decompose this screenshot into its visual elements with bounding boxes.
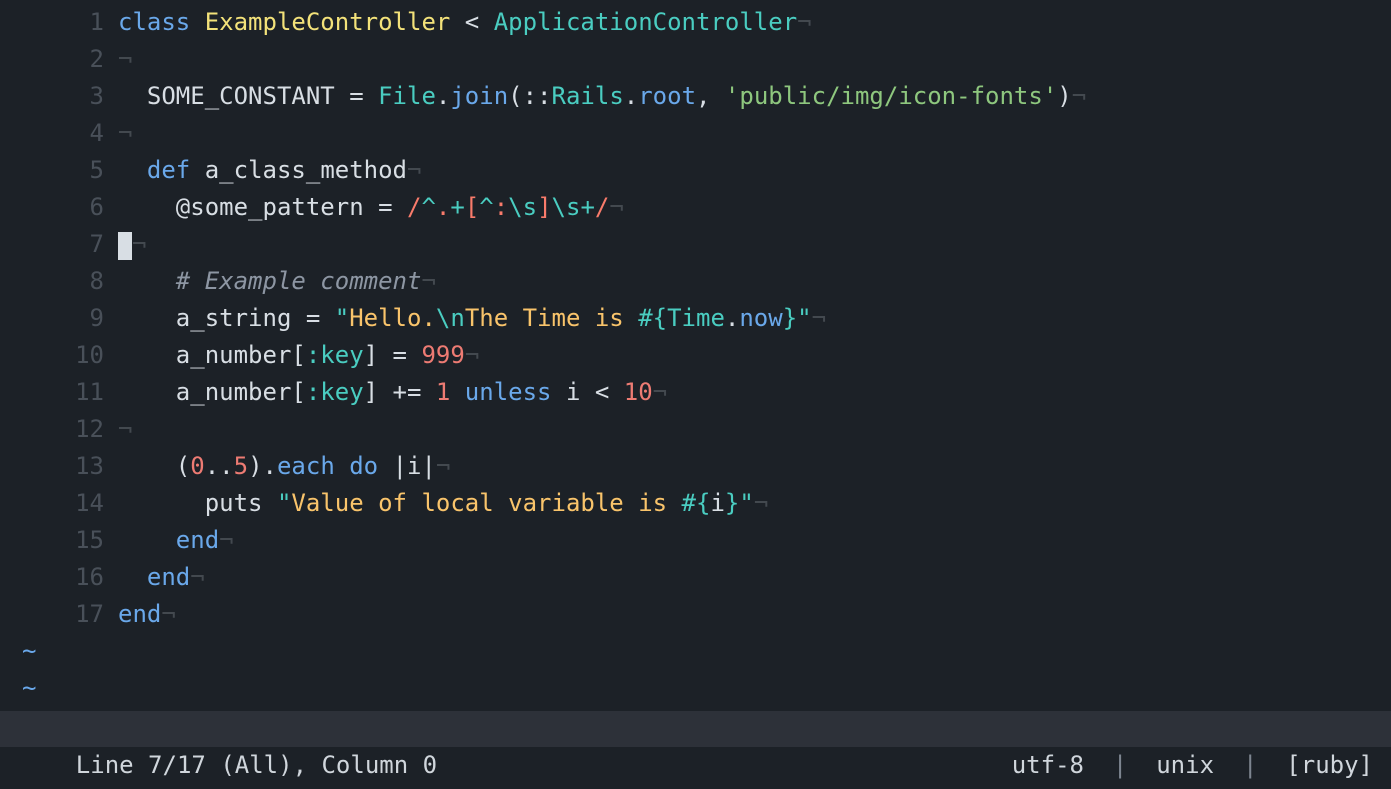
code-text[interactable]: a_number[:key] = 999¬ — [118, 337, 1391, 374]
code-editor[interactable]: 1class ExampleController < ApplicationCo… — [0, 0, 1391, 633]
line-number: 6 — [0, 189, 118, 226]
code-text[interactable]: class ExampleController < ApplicationCon… — [118, 4, 1391, 41]
code-text[interactable]: end¬ — [118, 522, 1391, 559]
line-number: 2 — [0, 41, 118, 78]
empty-line-marker: ~ — [0, 670, 1391, 707]
status-line-label: Line — [76, 751, 134, 779]
line-number: 13 — [0, 448, 118, 485]
code-line-12[interactable]: 12¬ — [0, 411, 1391, 448]
line-number: 14 — [0, 485, 118, 522]
status-total-lines: 17 — [177, 751, 206, 779]
status-right: utf-8 | unix | [ruby] — [954, 711, 1373, 747]
code-text[interactable]: @some_pattern = /^.+[^:\s]\s+/¬ — [118, 189, 1391, 226]
code-text[interactable]: puts "Value of local variable is #{i}"¬ — [118, 485, 1391, 522]
code-line-8[interactable]: 8 # Example comment¬ — [0, 263, 1391, 300]
code-text[interactable]: # Example comment¬ — [118, 263, 1391, 300]
line-number: 9 — [0, 300, 118, 337]
code-line-2[interactable]: 2¬ — [0, 41, 1391, 78]
status-col: 0 — [423, 751, 437, 779]
code-text[interactable]: end¬ — [118, 559, 1391, 596]
code-line-13[interactable]: 13 (0..5).each do |i|¬ — [0, 448, 1391, 485]
status-col-label: Column — [321, 751, 408, 779]
code-line-10[interactable]: 10 a_number[:key] = 999¬ — [0, 337, 1391, 374]
line-number: 12 — [0, 411, 118, 448]
empty-line-marker: ~ — [0, 633, 1391, 670]
status-fileformat: unix — [1156, 751, 1214, 779]
code-line-14[interactable]: 14 puts "Value of local variable is #{i}… — [0, 485, 1391, 522]
line-number: 1 — [0, 4, 118, 41]
code-line-11[interactable]: 11 a_number[:key] += 1 unless i < 10¬ — [0, 374, 1391, 411]
code-line-4[interactable]: 4¬ — [0, 115, 1391, 152]
code-text[interactable]: (0..5).each do |i|¬ — [118, 448, 1391, 485]
status-left: Line 7/17 (All), Column 0 — [18, 711, 954, 747]
code-line-3[interactable]: 3 SOME_CONSTANT = File.join(::Rails.root… — [0, 78, 1391, 115]
cursor — [118, 232, 132, 260]
line-number: 10 — [0, 337, 118, 374]
code-line-15[interactable]: 15 end¬ — [0, 522, 1391, 559]
line-number: 17 — [0, 596, 118, 633]
line-number: 15 — [0, 522, 118, 559]
code-text[interactable]: a_number[:key] += 1 unless i < 10¬ — [118, 374, 1391, 411]
status-all: (All) — [220, 751, 292, 779]
status-filetype: [ruby] — [1286, 751, 1373, 779]
line-number: 8 — [0, 263, 118, 300]
code-text[interactable]: SOME_CONSTANT = File.join(::Rails.root, … — [118, 78, 1391, 115]
status-bar: Line 7/17 (All), Column 0 utf-8 | unix |… — [0, 711, 1391, 747]
line-number: 16 — [0, 559, 118, 596]
code-line-16[interactable]: 16 end¬ — [0, 559, 1391, 596]
code-line-5[interactable]: 5 def a_class_method¬ — [0, 152, 1391, 189]
separator-icon: | — [1243, 751, 1257, 779]
code-text[interactable]: end¬ — [118, 596, 1391, 633]
line-number: 7 — [0, 226, 118, 263]
code-text[interactable]: a_string = "Hello.\nThe Time is #{Time.n… — [118, 300, 1391, 337]
code-text[interactable]: ¬ — [118, 115, 1391, 152]
empty-lines: ~~ — [0, 633, 1391, 707]
line-number: 3 — [0, 78, 118, 115]
code-line-7[interactable]: 7 ¬ — [0, 226, 1391, 263]
status-cur-line: 7 — [148, 751, 162, 779]
code-line-17[interactable]: 17end¬ — [0, 596, 1391, 633]
code-text[interactable]: def a_class_method¬ — [118, 152, 1391, 189]
line-number: 4 — [0, 115, 118, 152]
line-number: 11 — [0, 374, 118, 411]
code-line-1[interactable]: 1class ExampleController < ApplicationCo… — [0, 4, 1391, 41]
code-line-9[interactable]: 9 a_string = "Hello.\nThe Time is #{Time… — [0, 300, 1391, 337]
separator-icon: | — [1113, 751, 1127, 779]
line-number: 5 — [0, 152, 118, 189]
code-text[interactable]: ¬ — [118, 41, 1391, 78]
code-text[interactable]: ¬ — [118, 411, 1391, 448]
code-line-6[interactable]: 6 @some_pattern = /^.+[^:\s]\s+/¬ — [0, 189, 1391, 226]
status-encoding: utf-8 — [1012, 751, 1084, 779]
code-text[interactable]: ¬ — [118, 226, 1391, 263]
